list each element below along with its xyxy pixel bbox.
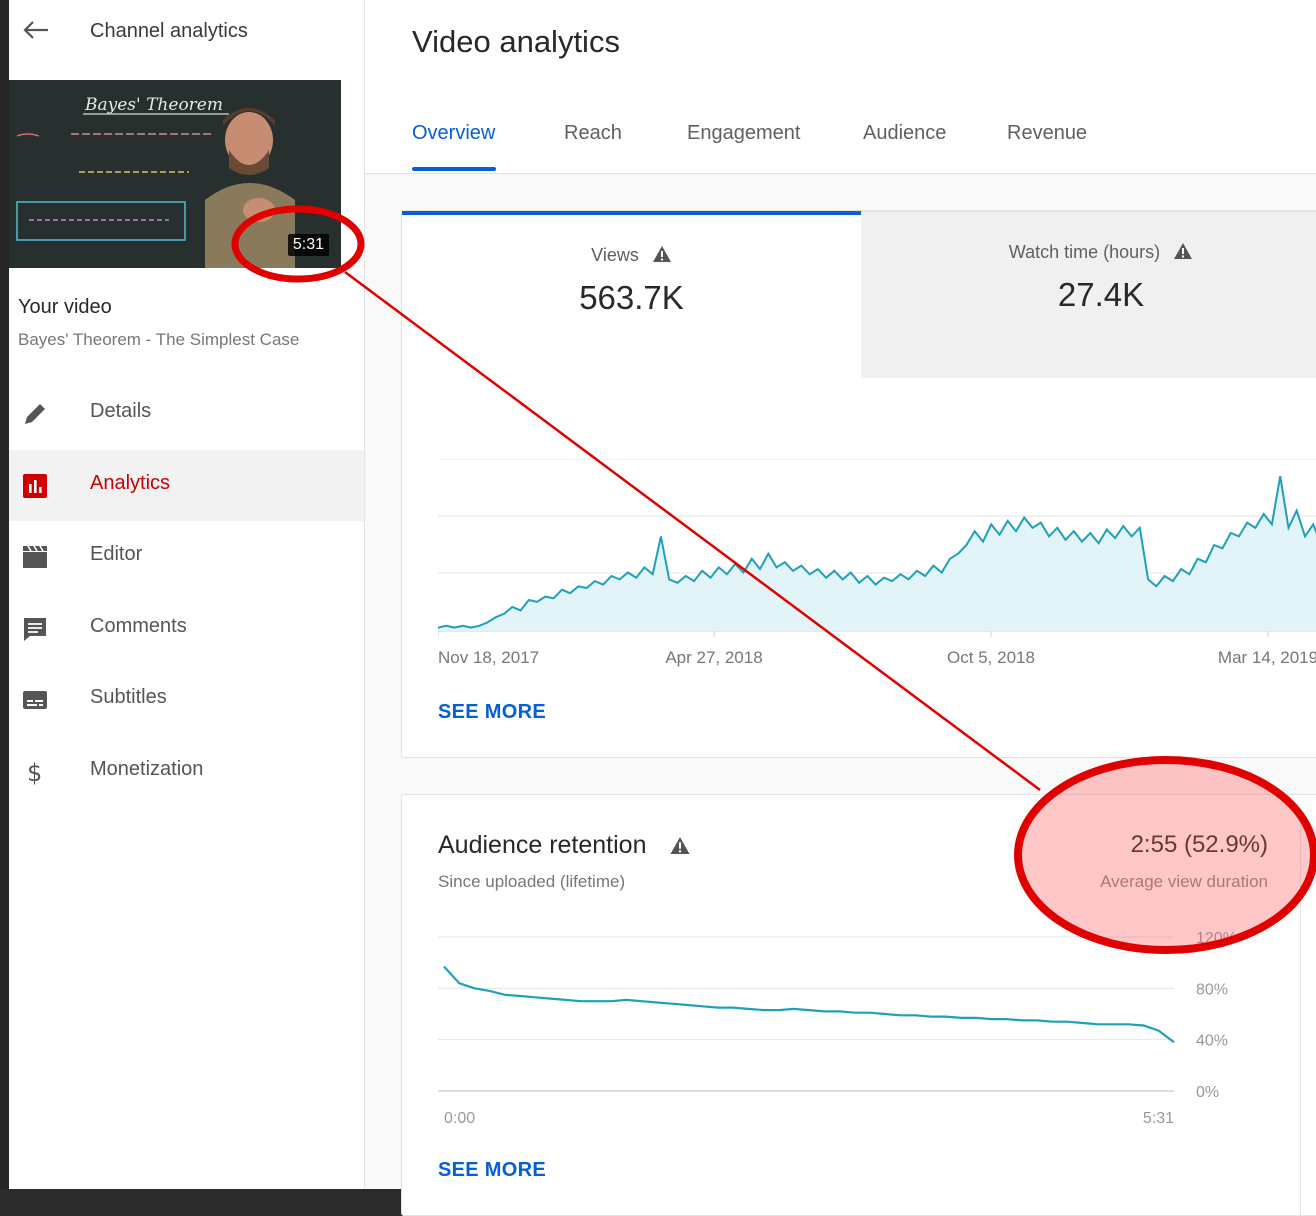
page-title: Video analytics (412, 24, 620, 59)
warning-icon (1174, 243, 1193, 259)
dollar-icon: $ (27, 759, 42, 785)
average-view-duration-value: 2:55 (52.9%) (1130, 831, 1268, 858)
metric-views[interactable]: Views 563.7K (402, 211, 861, 381)
metric-label-row: Watch time (hours) (861, 242, 1316, 263)
see-more-retention-link[interactable]: SEE MORE (438, 1159, 546, 1182)
card-divider (1300, 815, 1301, 1215)
retention-series-line (443, 965, 1175, 1044)
sidebar-item-label: Subtitles (90, 686, 167, 708)
sidebar-item-analytics[interactable]: Analytics (9, 449, 364, 521)
sidebar-item-label: Editor (90, 543, 143, 565)
video-title: Bayes' Theorem - The Simplest Case (18, 330, 300, 349)
sidebar-item-details[interactable]: Details (9, 378, 364, 450)
analytics-icon (23, 473, 47, 498)
sidebar-item-monetization[interactable]: $ Monetization (9, 736, 364, 808)
comment-icon (24, 617, 46, 641)
see-more-views-link[interactable]: SEE MORE (438, 701, 546, 724)
sidebar-item-editor[interactable]: Editor (9, 521, 364, 593)
metric-label: Views (591, 245, 639, 265)
sidebar-item-label: Monetization (90, 757, 204, 780)
subtitles-icon (23, 691, 47, 709)
sidebar-item-label: Details (90, 400, 152, 422)
y-tick-label: 0% (1196, 1084, 1219, 1101)
back-to-channel-analytics[interactable]: Channel analytics (9, 8, 364, 56)
sidebar-item-subtitles[interactable]: Subtitles (9, 664, 364, 736)
your-video-label: Your video (18, 296, 112, 318)
metric-label-row: Views (402, 245, 861, 266)
analytics-header: Video analytics Overview Reach Engagemen… (365, 0, 1316, 174)
audience-retention-card: Audience retention Since uploaded (lifet… (401, 794, 1316, 1216)
active-tab-indicator (412, 167, 496, 171)
main-content: Video analytics Overview Reach Engagemen… (365, 0, 1316, 1216)
tab-overview[interactable]: Overview (412, 122, 495, 145)
video-thumbnail[interactable]: Bayes' Theorem 5:31 (9, 80, 341, 268)
warning-icon (670, 837, 690, 854)
metric-watch-time[interactable]: Watch time (hours) 27.4K (861, 211, 1316, 378)
views-area-fill (438, 476, 1316, 631)
clapperboard-icon (23, 545, 47, 568)
views-chart[interactable]: Nov 18, 2017 Apr 27, 2018 Oct 5, 2018 Mar 1… (438, 459, 1316, 684)
sidebar-item-comments[interactable]: Comments (9, 593, 364, 665)
back-label[interactable]: Channel analytics (90, 20, 248, 43)
y-tick-label: 80% (1196, 981, 1228, 998)
screen-frame (0, 0, 9, 1189)
svg-text:$: $ (27, 759, 42, 785)
x-tick-label: Apr 27, 2018 (665, 648, 762, 667)
metric-value: 27.4K (1057, 276, 1145, 313)
warning-icon (652, 246, 671, 262)
sidebar-nav: Details Analytics Editor Comments Subtit… (9, 378, 364, 807)
board-title: Bayes' Theorem (84, 95, 223, 115)
pencil-icon (25, 404, 45, 424)
x-tick-label: 5:31 (1143, 1110, 1174, 1125)
sidebar-item-label: Analytics (90, 471, 171, 494)
tab-revenue[interactable]: Revenue (1007, 122, 1087, 145)
metric-value: 563.7K (579, 279, 684, 316)
video-duration-badge: 5:31 (287, 234, 329, 256)
retention-subtitle: Since uploaded (lifetime) (438, 872, 626, 891)
overview-card: Views 563.7K Watch time (hours) 27.4K No… (401, 210, 1316, 758)
tab-engagement[interactable]: Engagement (687, 122, 800, 145)
retention-title: Audience retention (438, 831, 647, 859)
y-tick-label: 40% (1196, 1033, 1228, 1050)
back-arrow-icon[interactable] (21, 18, 51, 42)
x-tick-label: Oct 5, 2018 (947, 648, 1035, 667)
tab-audience[interactable]: Audience (863, 122, 946, 145)
sidebar: Channel analytics Bayes' Theorem 5:31 Yo… (9, 0, 365, 1189)
average-view-duration-label: Average view duration (1100, 872, 1268, 891)
metric-label: Watch time (hours) (1008, 242, 1161, 262)
tab-reach[interactable]: Reach (564, 122, 622, 145)
sidebar-item-label: Comments (90, 614, 187, 637)
x-tick-label: Mar 14, 2019 (1218, 648, 1316, 667)
x-tick-label: 0:00 (444, 1110, 475, 1125)
x-tick-label: Nov 18, 2017 (438, 648, 539, 667)
y-tick-label: 120% (1196, 930, 1237, 947)
retention-title-row: Audience retention (438, 831, 691, 860)
retention-chart[interactable]: 120% 80% 40% 0% 0:00 5:31 (438, 925, 1268, 1125)
